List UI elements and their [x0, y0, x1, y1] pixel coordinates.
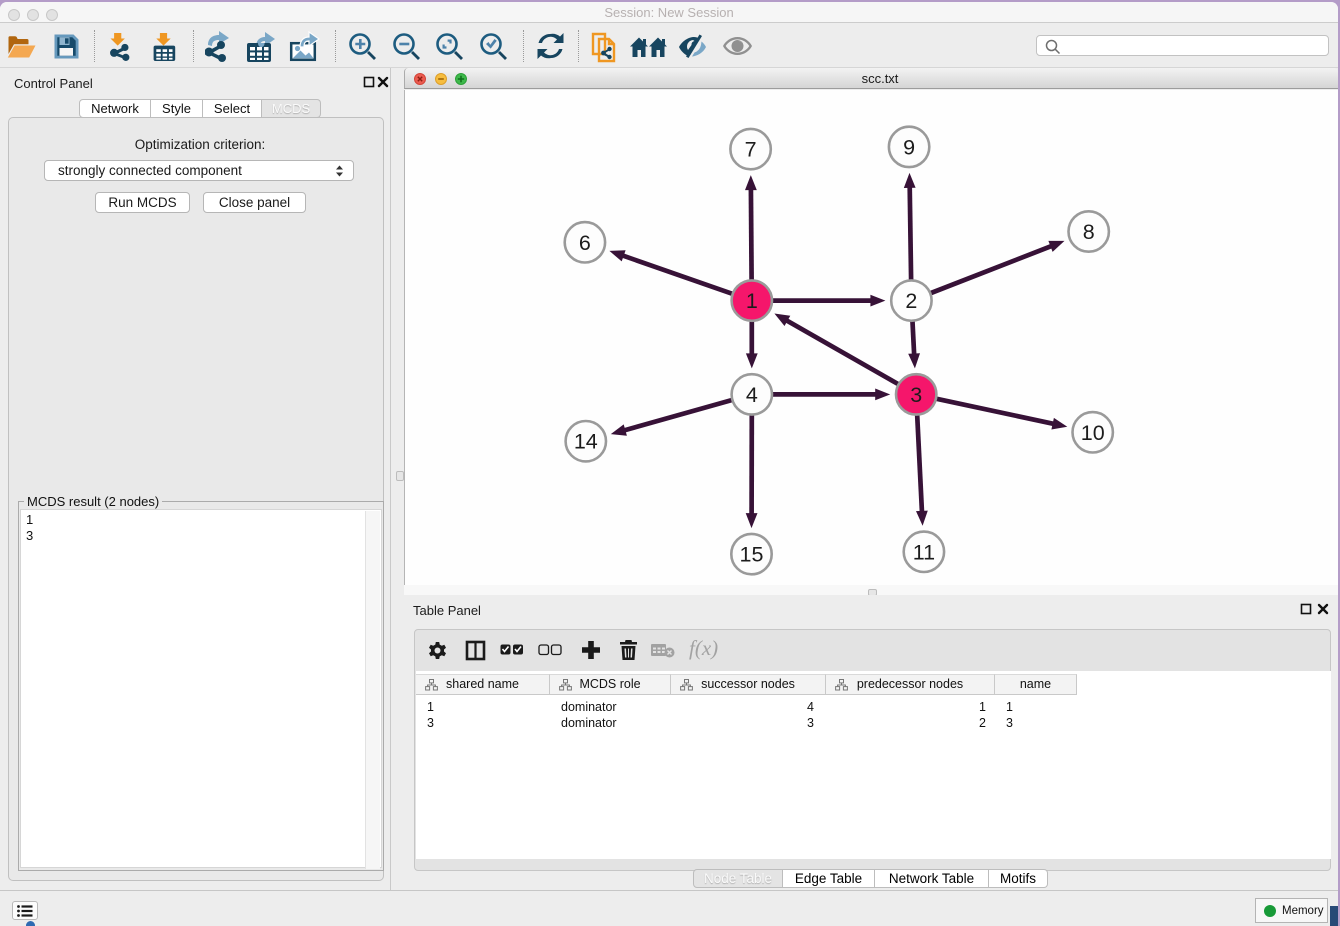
- svg-text:6: 6: [579, 231, 591, 255]
- svg-text:10: 10: [1081, 421, 1105, 445]
- svg-text:3: 3: [910, 383, 922, 407]
- svg-text:15: 15: [740, 543, 764, 567]
- svg-text:11: 11: [913, 540, 935, 564]
- svg-text:14: 14: [574, 430, 598, 454]
- svg-text:8: 8: [1083, 220, 1095, 244]
- svg-text:1: 1: [746, 289, 758, 313]
- svg-text:4: 4: [746, 383, 758, 407]
- svg-text:7: 7: [745, 138, 757, 162]
- svg-text:9: 9: [903, 135, 915, 159]
- svg-text:2: 2: [905, 289, 917, 313]
